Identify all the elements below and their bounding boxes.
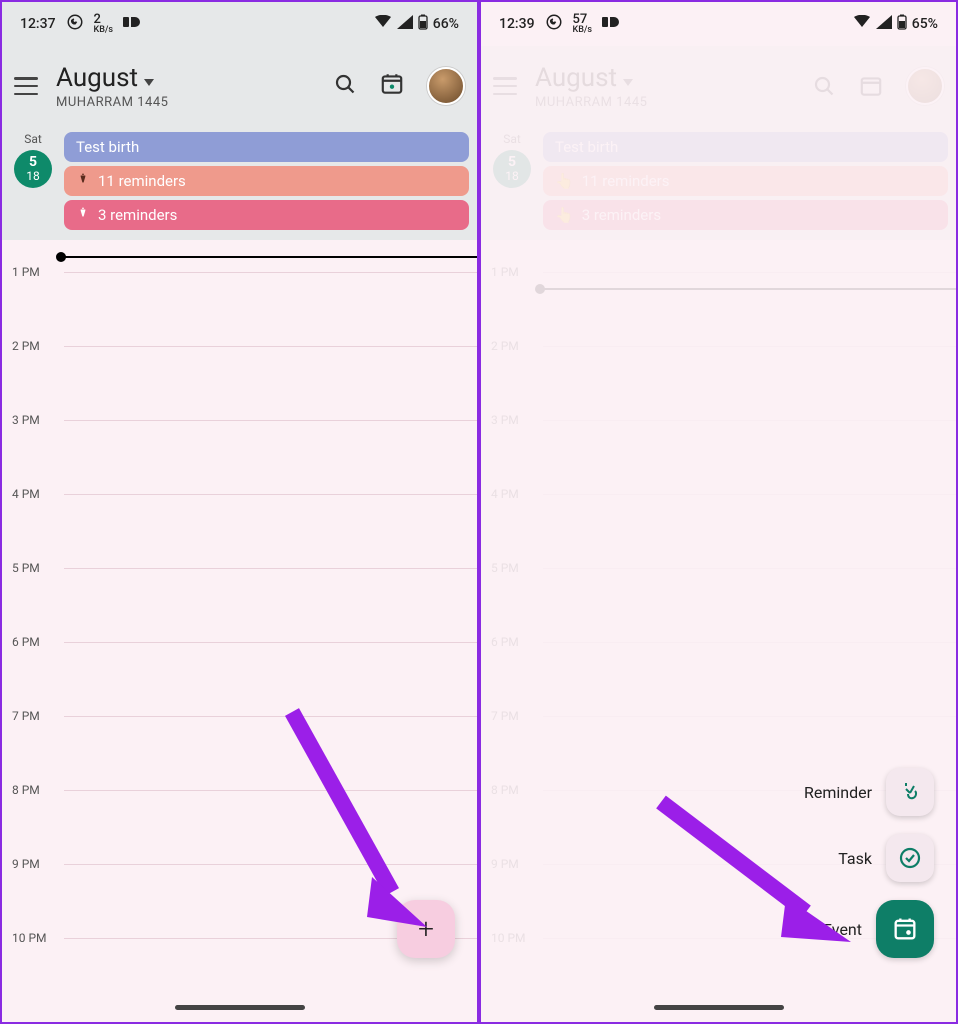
hour-label: 5 PM — [12, 561, 40, 575]
hour-label: 10 PM — [491, 931, 526, 945]
title-month: August — [56, 63, 138, 93]
hour-row[interactable]: 1 PM — [64, 272, 477, 346]
whatsapp-icon — [545, 13, 563, 35]
reminder-icon — [76, 206, 90, 224]
signal-icon — [397, 15, 413, 33]
chip-label: 11 reminders — [98, 172, 186, 190]
hour-label: 6 PM — [491, 635, 519, 649]
app-header: August MUHARRAM 1445 — [2, 46, 477, 126]
allday-reminders-2[interactable]: 3 reminders — [64, 200, 469, 230]
day-weekday: Sat — [24, 132, 42, 146]
menu-button[interactable] — [14, 77, 38, 95]
create-fab[interactable]: + — [397, 900, 455, 958]
chip-label: Test birth — [76, 138, 139, 156]
hour-label: 9 PM — [491, 857, 519, 871]
account-avatar[interactable] — [427, 67, 465, 105]
allday-section: Sat 5 18 Test birth 11 reminders 3 remin… — [2, 126, 477, 240]
hour-row[interactable]: 3 PM — [64, 420, 477, 494]
search-button[interactable] — [333, 72, 357, 100]
dnd-icon — [602, 15, 620, 33]
fab-item-event[interactable]: Event — [823, 900, 934, 958]
chip-label: 3 reminders — [98, 206, 177, 224]
status-bar: 12:37 2 KB/s 66% — [2, 2, 477, 46]
wifi-icon — [853, 15, 871, 33]
nav-home-pill[interactable] — [175, 1005, 305, 1010]
whatsapp-icon — [66, 13, 84, 35]
hour-label: 2 PM — [491, 339, 519, 353]
hour-row[interactable]: 2 PM — [64, 346, 477, 420]
day-date-badge[interactable]: 5 18 — [14, 150, 52, 188]
hour-label: 8 PM — [491, 783, 519, 797]
plus-icon: + — [418, 915, 434, 943]
status-bar: 12:39 57 KB/s 65% — [481, 2, 956, 46]
status-time: 12:39 — [499, 16, 535, 32]
fab-label: Task — [838, 849, 872, 868]
reminder-icon — [886, 768, 934, 816]
hour-label: 6 PM — [12, 635, 40, 649]
hour-label: 7 PM — [12, 709, 40, 723]
hour-label: 1 PM — [491, 265, 519, 279]
battery-icon — [418, 14, 428, 34]
hour-label: 8 PM — [12, 783, 40, 797]
hour-label: 4 PM — [491, 487, 519, 501]
hour-label: 3 PM — [12, 413, 40, 427]
signal-icon — [876, 15, 892, 33]
network-speed: 57 KB/s — [573, 13, 593, 35]
app-header: August MUHARRAM 1445 — [481, 46, 956, 126]
current-time-dot — [56, 252, 66, 262]
hour-row[interactable]: 6 PM — [543, 642, 956, 716]
today-button[interactable] — [379, 71, 405, 101]
hour-row[interactable]: 5 PM — [543, 568, 956, 642]
network-speed: 2 KB/s — [94, 13, 114, 35]
page-title[interactable]: August MUHARRAM 1445 — [56, 63, 168, 110]
allday-event[interactable]: Test birth — [64, 132, 469, 162]
chevron-down-icon — [144, 79, 154, 86]
fab-item-reminder[interactable]: Reminder — [804, 768, 934, 816]
time-grid[interactable]: 1 PM2 PM3 PM4 PM5 PM6 PM7 PM8 PM9 PM10 P… — [2, 240, 477, 998]
fab-create-menu: Reminder Task Event — [804, 768, 934, 958]
hour-label: 9 PM — [12, 857, 40, 871]
hour-row[interactable]: 2 PM — [543, 346, 956, 420]
hour-row[interactable]: 4 PM — [64, 494, 477, 568]
fab-item-task[interactable]: Task — [838, 834, 934, 882]
phone-left: 12:37 2 KB/s 66% August MUHARRAM 1445 — [0, 0, 479, 1024]
hour-row[interactable]: 8 PM — [64, 790, 477, 864]
hour-label: 7 PM — [491, 709, 519, 723]
phone-right: 12:39 57 KB/s 65% August — [479, 0, 958, 1024]
hour-label: 1 PM — [12, 265, 40, 279]
title-subtitle: MUHARRAM 1445 — [56, 95, 168, 110]
current-time-line — [60, 256, 477, 258]
check-circle-icon — [886, 834, 934, 882]
fab-label: Event — [823, 920, 862, 939]
hour-row[interactable]: 4 PM — [543, 494, 956, 568]
battery-percent: 66% — [433, 16, 459, 32]
calendar-event-icon — [876, 900, 934, 958]
reminder-icon — [76, 172, 90, 190]
battery-icon — [897, 14, 907, 34]
hour-label: 4 PM — [12, 487, 40, 501]
hour-row[interactable]: 5 PM — [64, 568, 477, 642]
hour-label: 10 PM — [12, 931, 47, 945]
hour-label: 2 PM — [12, 339, 40, 353]
nav-home-pill[interactable] — [654, 1005, 784, 1010]
wifi-icon — [374, 15, 392, 33]
hour-label: 5 PM — [491, 561, 519, 575]
fab-label: Reminder — [804, 783, 872, 802]
hour-row[interactable]: 6 PM — [64, 642, 477, 716]
dnd-icon — [123, 15, 141, 33]
allday-reminders[interactable]: 11 reminders — [64, 166, 469, 196]
hour-row[interactable]: 7 PM — [64, 716, 477, 790]
hour-row[interactable]: 3 PM — [543, 420, 956, 494]
hour-row[interactable]: 1 PM — [543, 272, 956, 346]
status-time: 12:37 — [20, 16, 56, 32]
battery-percent: 65% — [912, 16, 938, 32]
hour-label: 3 PM — [491, 413, 519, 427]
